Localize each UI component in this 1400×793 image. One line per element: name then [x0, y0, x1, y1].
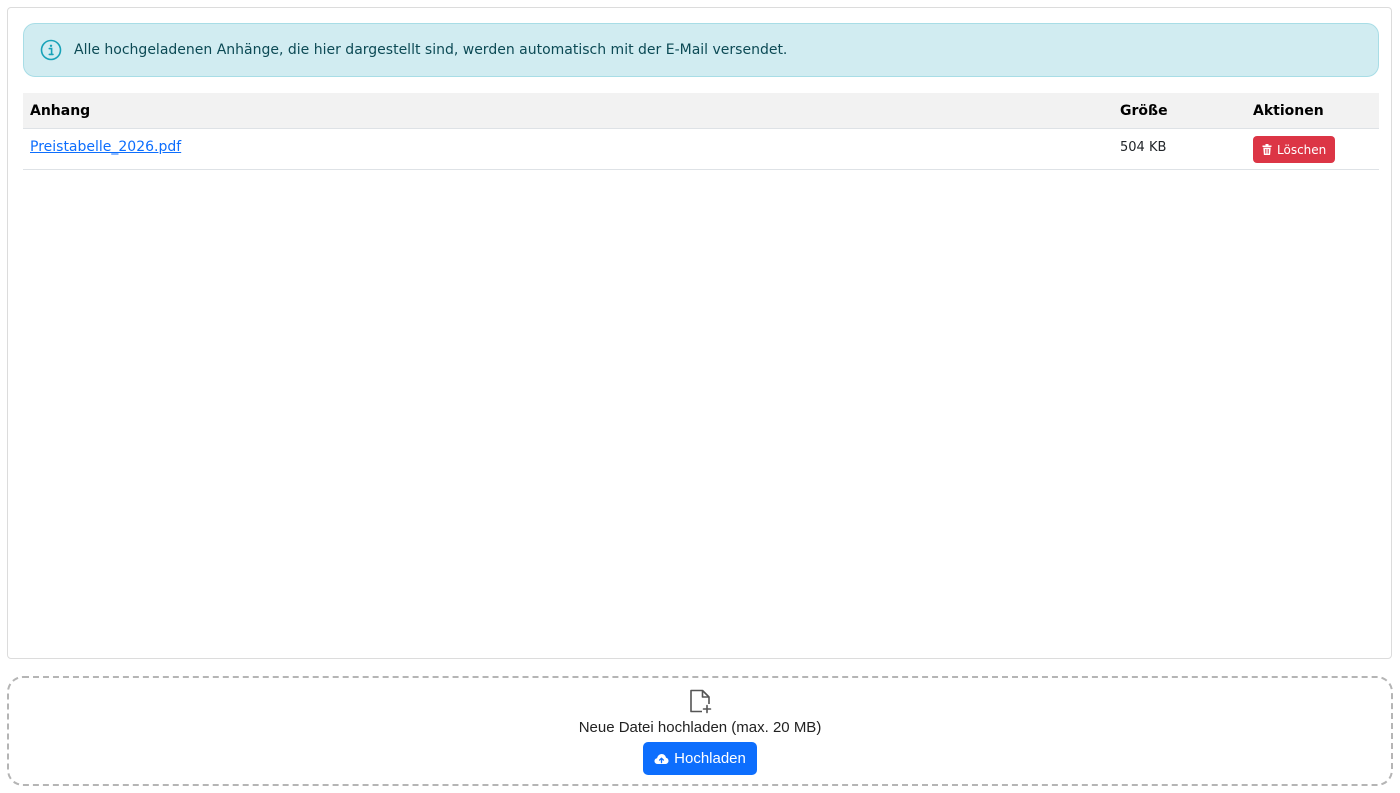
column-header-size: Größe [1113, 93, 1246, 129]
trash-icon [1262, 144, 1272, 155]
attachment-size: 504 KB [1120, 140, 1167, 155]
upload-hint: Neue Datei hochladen (max. 20 MB) [578, 719, 822, 736]
column-header-actions: Aktionen [1246, 93, 1379, 129]
alert-message: Alle hochgeladenen Anhänge, die hier dar… [74, 42, 788, 58]
delete-button-label: Löschen [1277, 142, 1327, 157]
upload-button[interactable]: Hochladen [643, 742, 757, 775]
upload-dropzone[interactable]: Neue Datei hochladen (max. 20 MB) Hochla… [7, 676, 1393, 786]
attachment-actions-cell: Löschen [1246, 128, 1379, 170]
attachments-table: Anhang Größe Aktionen Preistabelle_2026.… [23, 93, 1379, 170]
info-circle-icon [40, 39, 62, 61]
info-alert: Alle hochgeladenen Anhänge, die hier dar… [23, 23, 1379, 77]
table-header-row: Anhang Größe Aktionen [23, 93, 1379, 129]
file-plus-icon [686, 687, 714, 715]
attachments-panel: Alle hochgeladenen Anhänge, die hier dar… [7, 7, 1392, 659]
attachment-name-cell: Preistabelle_2026.pdf [23, 128, 1113, 170]
attachment-size-cell: 504 KB [1113, 128, 1246, 170]
upload-button-label: Hochladen [674, 750, 746, 767]
column-header-attachment: Anhang [23, 93, 1113, 129]
table-row: Preistabelle_2026.pdf 504 KB Löschen [23, 128, 1379, 170]
delete-button[interactable]: Löschen [1253, 136, 1336, 163]
attachment-link[interactable]: Preistabelle_2026.pdf [30, 139, 181, 155]
cloud-upload-icon [654, 753, 669, 765]
